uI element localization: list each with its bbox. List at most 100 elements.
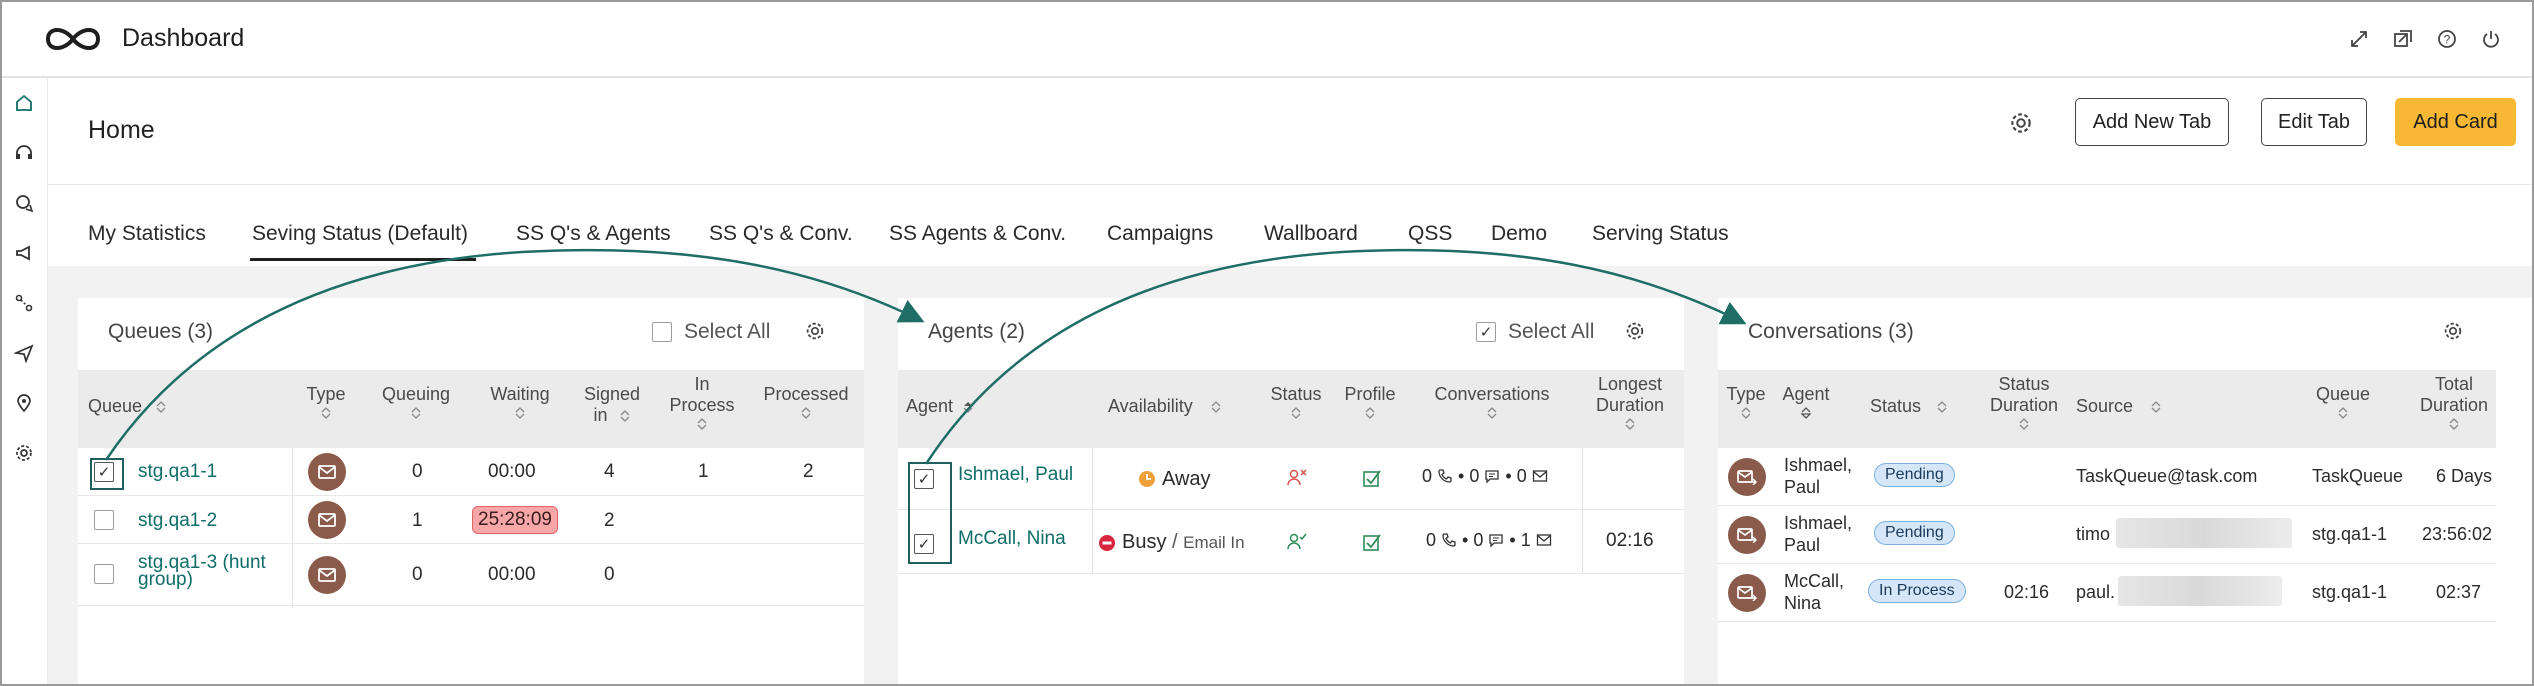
col-agent[interactable]: Agent (906, 396, 974, 417)
row-checkbox[interactable] (94, 564, 114, 584)
tab-serving-status[interactable]: Serving Status (1592, 222, 1729, 246)
col-queue[interactable]: Queue (88, 396, 167, 417)
queues-select-all[interactable]: Select All (652, 320, 770, 344)
select-all-checkbox[interactable]: ✓ (1476, 322, 1496, 342)
email-icon (1728, 458, 1766, 496)
svg-text:?: ? (2444, 33, 2451, 47)
sort-icon (620, 410, 629, 423)
top-right-icons: ? (2348, 28, 2502, 50)
col-signed-in[interactable]: Signed in (574, 384, 650, 426)
in-process-value: 1 (698, 461, 709, 482)
row-checkbox[interactable] (94, 510, 114, 530)
sort-icon (321, 407, 331, 419)
agents-card: Agents (2) ✓ Select All Agent Availabili… (898, 298, 1684, 684)
agent-name-link[interactable]: Ishmael, Paul (958, 464, 1073, 486)
col-status[interactable]: Status (1264, 384, 1328, 420)
select-all-checkbox[interactable] (652, 322, 672, 342)
gear-icon[interactable] (2008, 110, 2034, 136)
megaphone-icon[interactable] (13, 242, 35, 264)
conv-total-duration: 6 Days (2436, 466, 2493, 486)
tab-qss[interactable]: QSS (1408, 222, 1452, 246)
location-icon[interactable] (13, 392, 35, 414)
col-queue[interactable]: Queue (2308, 384, 2378, 420)
active-tab-underline (250, 258, 476, 261)
expand-icon[interactable] (2348, 28, 2370, 50)
agent-status-icon (1287, 469, 1307, 486)
col-total-duration[interactable]: Total Duration (2414, 374, 2494, 431)
away-clock-icon (1139, 471, 1155, 487)
email-icon (308, 501, 346, 539)
edit-tab-button[interactable]: Edit Tab (2261, 98, 2367, 146)
redacted-source (2118, 576, 2282, 606)
tab-my-statistics[interactable]: My Statistics (88, 222, 206, 246)
queue-name-link[interactable]: stg.qa1-3 (hunt group) (138, 553, 266, 589)
conv-agent: McCall, Nina (1784, 571, 1845, 613)
table-row[interactable]: stg.qa1-3 (hunt group) 0 00:00 0 (78, 544, 864, 606)
sort-icon (1625, 418, 1635, 430)
table-row[interactable]: ✓ Ishmael, Paul Away 0 • 0 • 0 (898, 448, 1684, 510)
tab-seving-status-default[interactable]: Seving Status (Default) (252, 222, 468, 246)
col-processed[interactable]: Processed (758, 384, 854, 420)
left-sidebar (2, 78, 48, 684)
table-row[interactable]: Ishmael, Paul Pending timo stg.qa1-1 23:5… (1718, 506, 2496, 564)
add-new-tab-button[interactable]: Add New Tab (2075, 98, 2229, 146)
col-status-duration[interactable]: Status Duration (1984, 374, 2064, 431)
agent-name-link[interactable]: McCall, Nina (958, 528, 1066, 550)
table-row[interactable]: stg.qa1-2 1 25:28:09 2 (78, 496, 864, 544)
tab-campaigns[interactable]: Campaigns (1107, 222, 1213, 246)
table-row[interactable]: ✓ stg.qa1-1 0 00:00 4 1 2 (78, 448, 864, 496)
col-profile[interactable]: Profile (1338, 384, 1402, 420)
send-icon[interactable] (13, 342, 35, 364)
gear-icon[interactable] (2442, 320, 2464, 342)
add-card-button[interactable]: Add Card (2395, 98, 2516, 146)
availability-value: Away (1162, 468, 1211, 490)
col-longest-duration[interactable]: Longest Duration (1588, 374, 1672, 431)
tab-wallboard[interactable]: Wallboard (1264, 222, 1358, 246)
col-waiting[interactable]: Waiting (478, 384, 562, 420)
col-type[interactable]: Type (1722, 384, 1770, 420)
queue-name-link[interactable]: stg.qa1-1 (138, 461, 217, 483)
conv-total-duration: 23:56:02 (2422, 524, 2493, 544)
tab-ss-agents-conv[interactable]: SS Agents & Conv. (889, 222, 1066, 246)
status-badge: Pending (1874, 521, 1955, 545)
sort-icon (1291, 407, 1301, 419)
col-availability[interactable]: Availability (1108, 396, 1222, 417)
conversations-title: Conversations (3) (1748, 320, 1914, 343)
queuing-value: 0 (412, 461, 423, 482)
sort-icon (2151, 401, 2161, 414)
tab-demo[interactable]: Demo (1491, 222, 1547, 246)
settings-icon[interactable] (13, 442, 35, 464)
col-status[interactable]: Status (1870, 396, 1948, 417)
chat-bubble-icon (1485, 470, 1500, 484)
col-queuing[interactable]: Queuing (374, 384, 458, 420)
table-row[interactable]: ✓ McCall, Nina Busy / Email In 0 • 0 • 1… (898, 510, 1684, 574)
page-title: Home (88, 116, 155, 144)
tab-ss-qs-agents[interactable]: SS Q's & Agents (516, 222, 671, 246)
col-source[interactable]: Source (2076, 396, 2162, 417)
power-icon[interactable] (2480, 28, 2502, 50)
gear-icon[interactable] (804, 320, 826, 342)
table-row[interactable]: McCall, Nina In Process 02:16 paul. stg.q… (1718, 564, 2496, 622)
agents-select-all[interactable]: ✓ Select All (1476, 320, 1594, 344)
headset-icon[interactable] (13, 142, 35, 164)
queuing-value: 0 (412, 564, 423, 585)
email-icon (308, 453, 346, 491)
queue-name-link[interactable]: stg.qa1-2 (138, 510, 217, 532)
col-type[interactable]: Type (304, 384, 348, 420)
signed-in-value: 4 (604, 461, 615, 482)
col-in-process[interactable]: In Process (662, 374, 742, 431)
chat-icon[interactable] (13, 192, 35, 214)
tab-ss-qs-conv[interactable]: SS Q's & Conv. (709, 222, 853, 246)
conv-queue: stg.qa1-1 (2312, 582, 2388, 602)
help-icon[interactable]: ? (2436, 28, 2458, 50)
table-row[interactable]: Ishmael, Paul Pending TaskQueue@task.com … (1718, 448, 2496, 506)
home-icon[interactable] (13, 92, 35, 114)
sort-icon (801, 407, 811, 419)
flow-icon[interactable] (13, 292, 35, 314)
col-agent[interactable]: Agent (1774, 384, 1838, 420)
popout-icon[interactable] (2392, 28, 2414, 50)
gear-icon[interactable] (1624, 320, 1646, 342)
col-conversations[interactable]: Conversations (1418, 384, 1566, 420)
sort-icon (1487, 407, 1497, 419)
agents-table-header: Agent Availability Status Profile Conver… (898, 370, 1684, 448)
